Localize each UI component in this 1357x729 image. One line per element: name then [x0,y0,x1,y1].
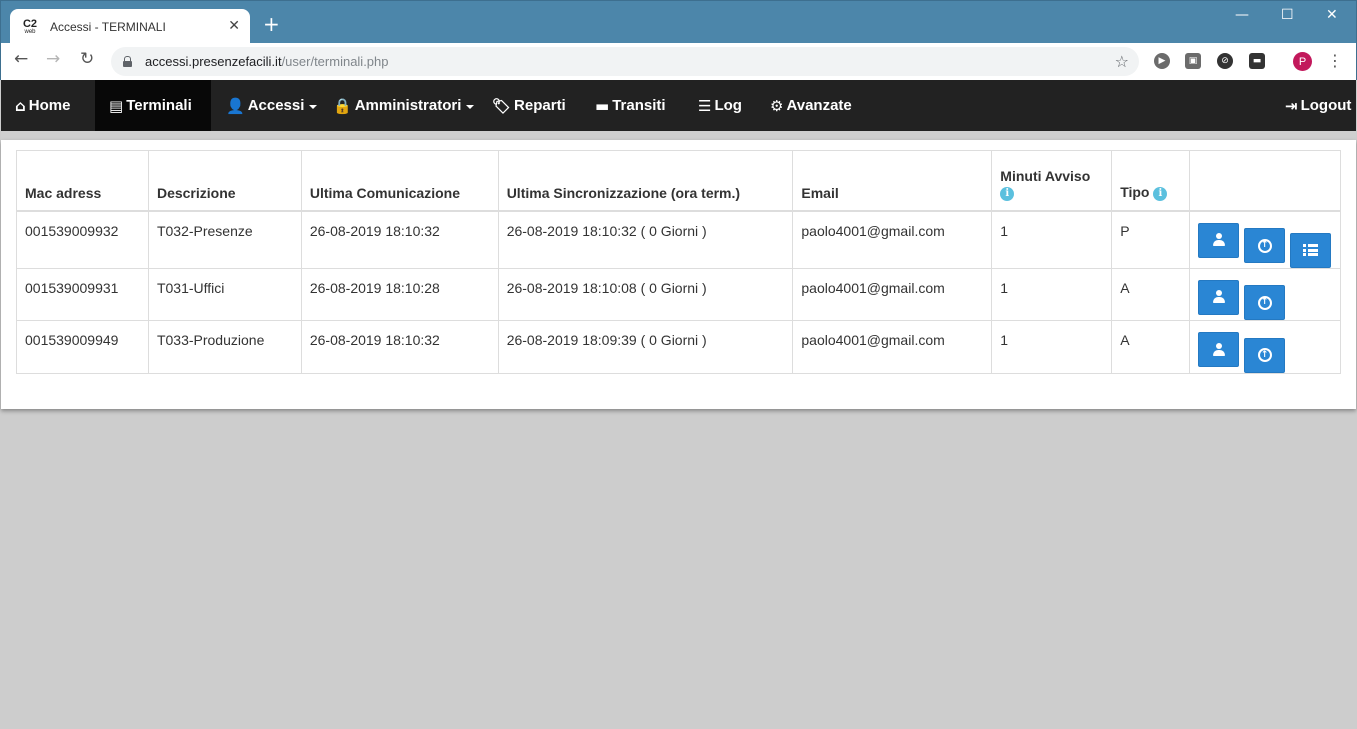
cell-tipo: A [1111,267,1191,321]
nav-avanzate[interactable]: ⚙ Avanzate [756,80,866,131]
cell-minuti: 1 [991,210,1113,269]
extension-mask-icon[interactable]: ▬ [1248,52,1266,70]
cell-comunicazione: 26-08-2019 18:10:32 [300,210,499,269]
browser-titlebar: C2 web Accessi - TERMINALI ✕ + — ☐ ✕ [0,0,1357,44]
extension-play-icon[interactable]: ▶ [1153,52,1171,70]
browser-tab[interactable]: C2 web Accessi - TERMINALI ✕ [10,9,250,44]
info-icon[interactable]: i [1000,186,1015,201]
cell-descrizione: T031-Uffici [147,267,302,321]
cell-mac: 001539009931 [16,267,149,321]
upload-button[interactable]: ↑ [1244,228,1286,263]
upload-circle-icon: ↑ [1257,295,1272,310]
nav-log[interactable]: ☰ Log [684,80,756,131]
nav-transiti[interactable]: ▬ Transiti [581,80,680,131]
cell-actions: ↑ [1189,267,1341,321]
cell-comunicazione: 26-08-2019 18:10:32 [300,320,499,374]
new-tab-button[interactable]: + [263,14,280,34]
cell-email: paolo4001@gmail.com [792,210,993,269]
upload-button[interactable]: ↑ [1244,285,1286,320]
nav-reparti[interactable]: 🏷 Reparti [478,80,580,131]
cell-email: paolo4001@gmail.com [792,320,993,374]
table-header-row: Mac adress Descrizione Ultima Comunicazi… [16,150,1341,212]
app-navbar: ⌂ Home ▤ Terminali 👤 Accessi 🔒 Amministr… [1,80,1356,131]
cell-mac: 001539009932 [16,210,149,269]
lock-icon [123,56,132,67]
browser-toolbar: ← → ↻ accessi.presenzefacili.it/user/ter… [0,43,1357,80]
upload-circle-icon: ↑ [1257,348,1272,362]
chevron-down-icon [466,104,475,109]
header-comunicazione: Ultima Comunicazione [300,150,499,212]
extension-camera-icon[interactable]: ▣ [1184,52,1202,70]
cell-actions: ↑ [1189,210,1341,269]
tab-title: Accessi - TERMINALI [50,19,166,34]
minimize-icon[interactable]: — [1235,7,1249,23]
cell-minuti: 1 [991,320,1113,374]
terminals-table: Mac adress Descrizione Ultima Comunicazi… [16,150,1341,374]
list-icon [1302,244,1318,256]
header-email: Email [792,150,993,212]
upload-circle-icon: ↑ [1257,238,1272,253]
table-row: 001539009931 T031-Uffici 26-08-2019 18:1… [16,267,1341,321]
back-arrow-icon[interactable]: ← [14,51,28,68]
server-icon: ☰ [698,96,712,115]
nav-home[interactable]: ⌂ Home [1,80,84,131]
home-icon: ⌂ [15,96,26,115]
navbar-separator [1,131,1356,140]
header-mac: Mac adress [16,150,149,212]
nav-amministratori[interactable]: 🔒 Amministratori [319,80,488,131]
url-text: accessi.presenzefacili.it/user/terminali… [145,54,389,69]
cell-minuti: 1 [991,267,1113,321]
profile-avatar[interactable]: P [1293,52,1312,71]
reload-icon[interactable]: ↻ [80,51,94,68]
cell-actions: ↑ [1189,320,1341,374]
users-button[interactable] [1198,332,1240,367]
maximize-icon[interactable]: ☐ [1281,7,1294,23]
cell-mac: 001539009949 [16,320,149,374]
extension-globe-icon[interactable]: ⊘ [1216,52,1234,70]
user-icon [1212,342,1226,357]
lock-icon: 🔒 [333,96,352,115]
card-icon: ▬ [595,96,610,115]
cell-email: paolo4001@gmail.com [792,267,993,321]
cell-descrizione: T032-Presenze [147,210,302,269]
users-button[interactable] [1198,222,1240,258]
close-window-icon[interactable]: ✕ [1326,7,1338,23]
menu-kebab-icon[interactable]: ⋮ [1327,51,1343,70]
gear-icon: ⚙ [770,96,784,115]
cell-descrizione: T033-Produzione [147,320,302,374]
logout-icon: ⇥ [1285,96,1298,115]
chevron-down-icon [309,104,318,109]
upload-button[interactable]: ↑ [1244,337,1286,373]
user-icon [1212,233,1226,247]
bookmark-star-icon[interactable]: ☆ [1115,52,1129,71]
header-sincronizzazione: Ultima Sincronizzazione (ora term.) [497,150,794,212]
header-tipo: Tipo i [1111,150,1191,212]
site-favicon: C2 web [22,17,38,35]
tags-icon: 🏷 [492,96,512,115]
content-panel: Mac adress Descrizione Ultima Comunicazi… [1,140,1356,409]
info-icon[interactable]: i [1153,186,1168,201]
nav-terminali[interactable]: ▤ Terminali [95,80,211,131]
terminal-icon: ▤ [109,96,124,115]
cell-tipo: P [1111,210,1191,269]
table-row: 001539009949 T033-Produzione 26-08-2019 … [16,320,1341,374]
cell-comunicazione: 26-08-2019 18:10:28 [300,267,499,321]
nav-logout[interactable]: ⇥ Logout [1271,80,1357,131]
nav-accessi[interactable]: 👤 Accessi [212,80,331,131]
address-bar[interactable]: accessi.presenzefacili.it/user/terminali… [111,47,1139,76]
header-actions [1189,150,1341,212]
cell-sincronizzazione: 26-08-2019 18:10:08 ( 0 Giorni ) [497,267,794,321]
header-descrizione: Descrizione [147,150,302,212]
cell-sincronizzazione: 26-08-2019 18:09:39 ( 0 Giorni ) [497,320,794,374]
users-button[interactable] [1198,279,1240,315]
header-minuti: Minuti Avviso i [991,150,1113,212]
table-row: 001539009932 T032-Presenze 26-08-2019 18… [16,210,1341,269]
forward-arrow-icon[interactable]: → [46,51,60,68]
cell-tipo: A [1111,320,1191,374]
user-icon [1212,290,1226,304]
user-icon: 👤 [226,96,245,115]
list-button[interactable] [1289,232,1331,268]
close-tab-icon[interactable]: ✕ [228,18,240,34]
cell-sincronizzazione: 26-08-2019 18:10:32 ( 0 Giorni ) [497,210,794,269]
